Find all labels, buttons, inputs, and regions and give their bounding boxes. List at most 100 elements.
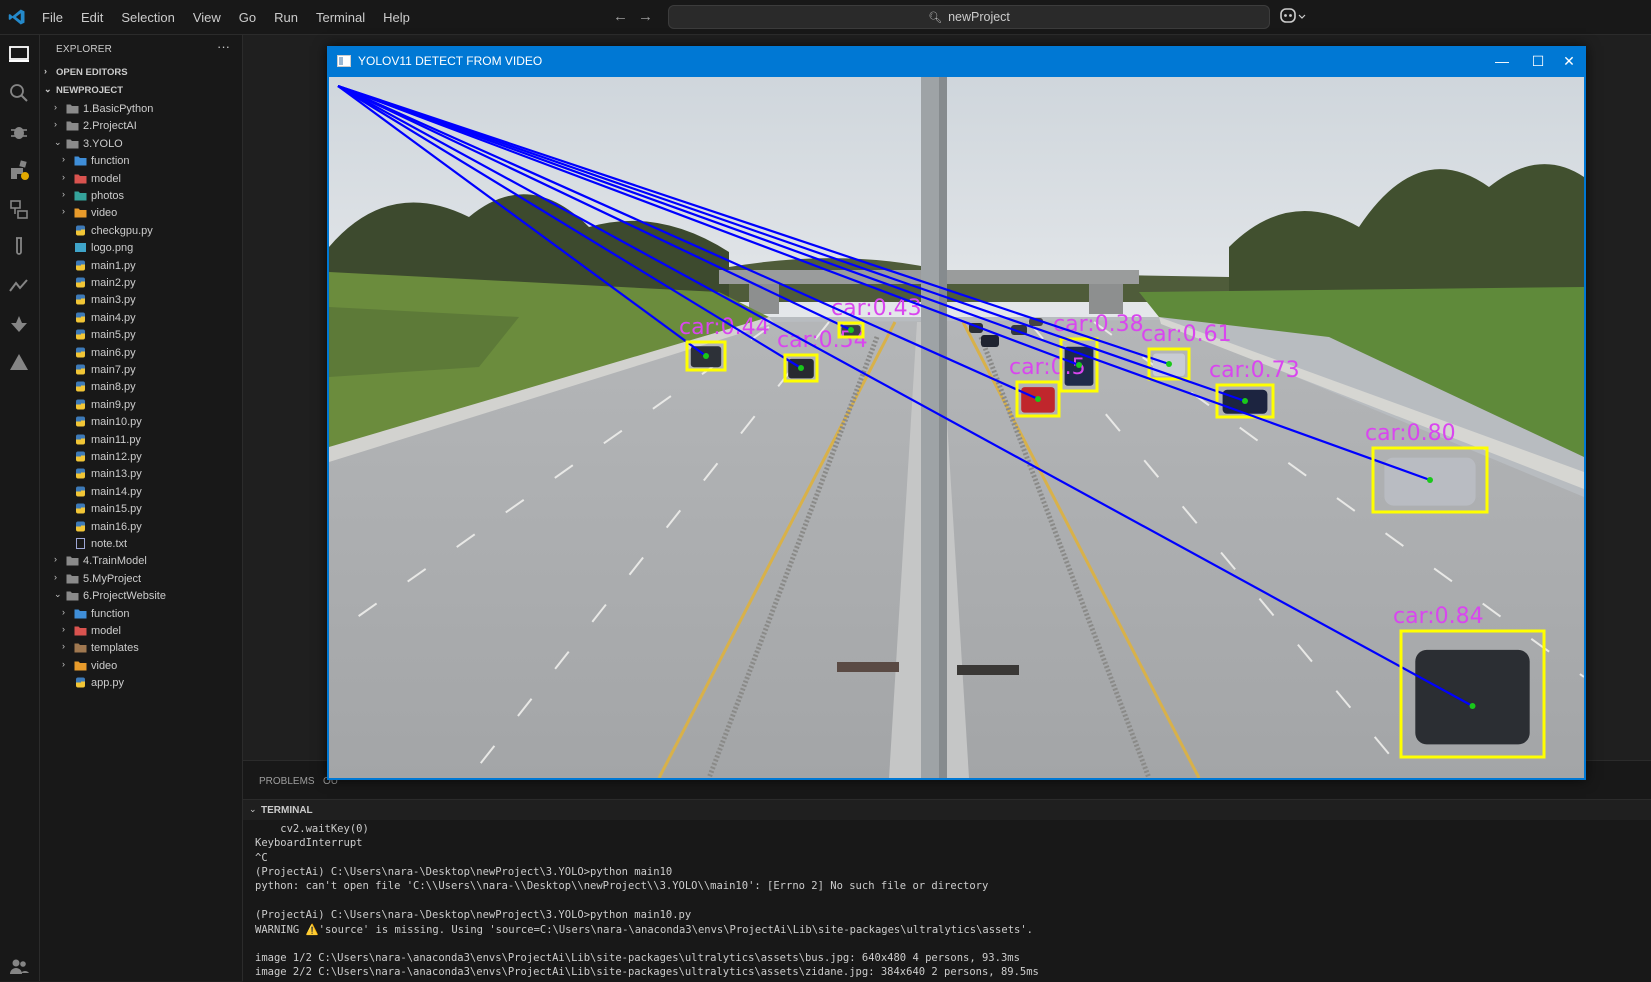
chevron-down-icon: ⌄ (54, 589, 62, 600)
chevron-right-icon: › (44, 66, 47, 76)
command-center-search[interactable]: 🔍︎ newProject (668, 5, 1270, 29)
python-file-icon (74, 468, 87, 479)
accounts-icon[interactable] (9, 957, 29, 977)
tree-folder[interactable]: › 2.ProjectAI (40, 117, 242, 135)
detection-label: car:0.5 (1009, 355, 1086, 380)
opencv-window[interactable]: YOLOV11 DETECT FROM VIDEO — ☐ ✕ car:0.44… (327, 46, 1586, 780)
tree-folder[interactable]: › 1.BasicPython (40, 100, 242, 118)
maximize-button[interactable]: ☐ (1526, 50, 1550, 72)
tree-item-label: main16.py (91, 520, 142, 533)
tree-file[interactable]: main9.py (40, 396, 242, 414)
python-file-icon (74, 434, 87, 445)
tree-file[interactable]: main11.py (40, 431, 242, 449)
tree-file[interactable]: main1.py (40, 257, 242, 275)
detection-center-dot (1166, 361, 1172, 367)
menu-run[interactable]: Run (274, 10, 298, 25)
close-button[interactable]: ✕ (1557, 50, 1581, 72)
debug-icon[interactable] (8, 121, 30, 143)
folder-icon (74, 190, 87, 201)
extensions-icon[interactable] (8, 159, 30, 181)
tree-file[interactable]: app.py (40, 674, 242, 692)
python-file-icon (74, 416, 87, 427)
forward-arrow-icon[interactable]: → (638, 8, 653, 25)
menu-view[interactable]: View (193, 10, 221, 25)
terminal-output[interactable]: cv2.waitKey(0) KeyboardInterrupt ^C (Pro… (255, 823, 1645, 980)
source-control-icon[interactable] (8, 275, 30, 297)
more-actions-icon[interactable]: ··· (217, 39, 230, 54)
tree-folder[interactable]: › 4.TrainModel (40, 552, 242, 570)
menu-file[interactable]: File (42, 10, 63, 25)
chevron-right-icon: › (62, 641, 65, 652)
tree-file[interactable]: main12.py (40, 448, 242, 466)
terminal-header[interactable]: ⌄ TERMINAL (243, 799, 1651, 820)
chevron-down-icon: ⌄ (54, 136, 62, 147)
deploy-icon[interactable] (8, 313, 30, 335)
tree-file[interactable]: checkgpu.py (40, 222, 242, 240)
menu-terminal[interactable]: Terminal (316, 10, 365, 25)
tree-file[interactable]: main4.py (40, 309, 242, 327)
tree-folder[interactable]: › video (40, 657, 242, 675)
title-bar: File Edit Selection View Go Run Terminal… (0, 0, 1651, 35)
tree-file[interactable]: main15.py (40, 500, 242, 518)
tree-file[interactable]: main2.py (40, 274, 242, 292)
tree-item-label: templates (91, 642, 139, 655)
detection-center-dot (798, 365, 804, 371)
explorer-icon[interactable] (8, 44, 30, 66)
detection-label: car:0.61 (1141, 322, 1232, 347)
python-file-icon (74, 260, 87, 271)
python-file-icon (74, 225, 87, 236)
remote-explorer-icon[interactable] (8, 198, 30, 220)
tree-file[interactable]: main3.py (40, 291, 242, 309)
minimize-button[interactable]: — (1490, 50, 1514, 72)
terminal-line: WARNING ⚠️'source' is missing. Using 'so… (255, 924, 1033, 937)
folder-icon (74, 173, 87, 184)
tree-file[interactable]: main6.py (40, 344, 242, 362)
tree-item-label: video (91, 659, 118, 672)
image-file-icon (74, 242, 87, 253)
explorer-sidebar: EXPLORER ··· › OPEN EDITORS ⌄ NEWPROJECT… (40, 35, 243, 981)
back-arrow-icon[interactable]: ← (613, 8, 628, 25)
tree-item-label: logo.png (91, 242, 134, 255)
tree-file[interactable]: main5.py (40, 326, 242, 344)
search-text: newProject (948, 10, 1010, 24)
tree-item-label: main6.py (91, 346, 136, 359)
project-section[interactable]: ⌄ NEWPROJECT (40, 82, 242, 100)
menu-selection[interactable]: Selection (121, 10, 174, 25)
menu-help[interactable]: Help (383, 10, 410, 25)
tree-folder[interactable]: ⌄ 6.ProjectWebsite (40, 587, 242, 605)
tree-item-label: main14.py (91, 485, 142, 498)
tree-folder[interactable]: › model (40, 170, 242, 188)
tree-folder[interactable]: › model (40, 622, 242, 640)
tree-folder[interactable]: › 5.MyProject (40, 570, 242, 588)
python-file-icon (74, 364, 87, 375)
tree-item-label: main1.py (91, 259, 136, 272)
tree-file[interactable]: main13.py (40, 465, 242, 483)
tree-file[interactable]: main16.py (40, 518, 242, 536)
tree-folder[interactable]: › templates (40, 639, 242, 657)
tree-folder[interactable]: ⌄ 3.YOLO (40, 135, 242, 153)
tree-folder[interactable]: › video (40, 204, 242, 222)
terminal-title: TERMINAL (261, 805, 313, 816)
search-sidebar-icon[interactable] (8, 82, 30, 104)
azure-icon[interactable] (8, 351, 30, 373)
tree-folder[interactable]: › photos (40, 187, 242, 205)
tree-file[interactable]: main14.py (40, 483, 242, 501)
menu-go[interactable]: Go (239, 10, 256, 25)
chevron-right-icon: › (62, 606, 65, 617)
tree-item-label: 1.BasicPython (83, 103, 154, 115)
copilot-icon[interactable] (1280, 7, 1306, 25)
testing-icon[interactable] (8, 236, 30, 258)
tree-file[interactable]: note.txt (40, 535, 242, 553)
tree-folder[interactable]: › function (40, 152, 242, 170)
menu-edit[interactable]: Edit (81, 10, 103, 25)
folder-icon (66, 590, 79, 601)
tree-file[interactable]: main8.py (40, 378, 242, 396)
opencv-titlebar[interactable]: YOLOV11 DETECT FROM VIDEO — ☐ ✕ (327, 46, 1586, 77)
tree-file[interactable]: main7.py (40, 361, 242, 379)
open-editors-section[interactable]: › OPEN EDITORS (40, 64, 242, 82)
tree-folder[interactable]: › function (40, 605, 242, 623)
tree-item-label: 6.ProjectWebsite (83, 590, 166, 603)
tree-file[interactable]: logo.png (40, 239, 242, 257)
tree-file[interactable]: main10.py (40, 413, 242, 431)
tab-problems[interactable]: PROBLEMS (259, 776, 315, 787)
